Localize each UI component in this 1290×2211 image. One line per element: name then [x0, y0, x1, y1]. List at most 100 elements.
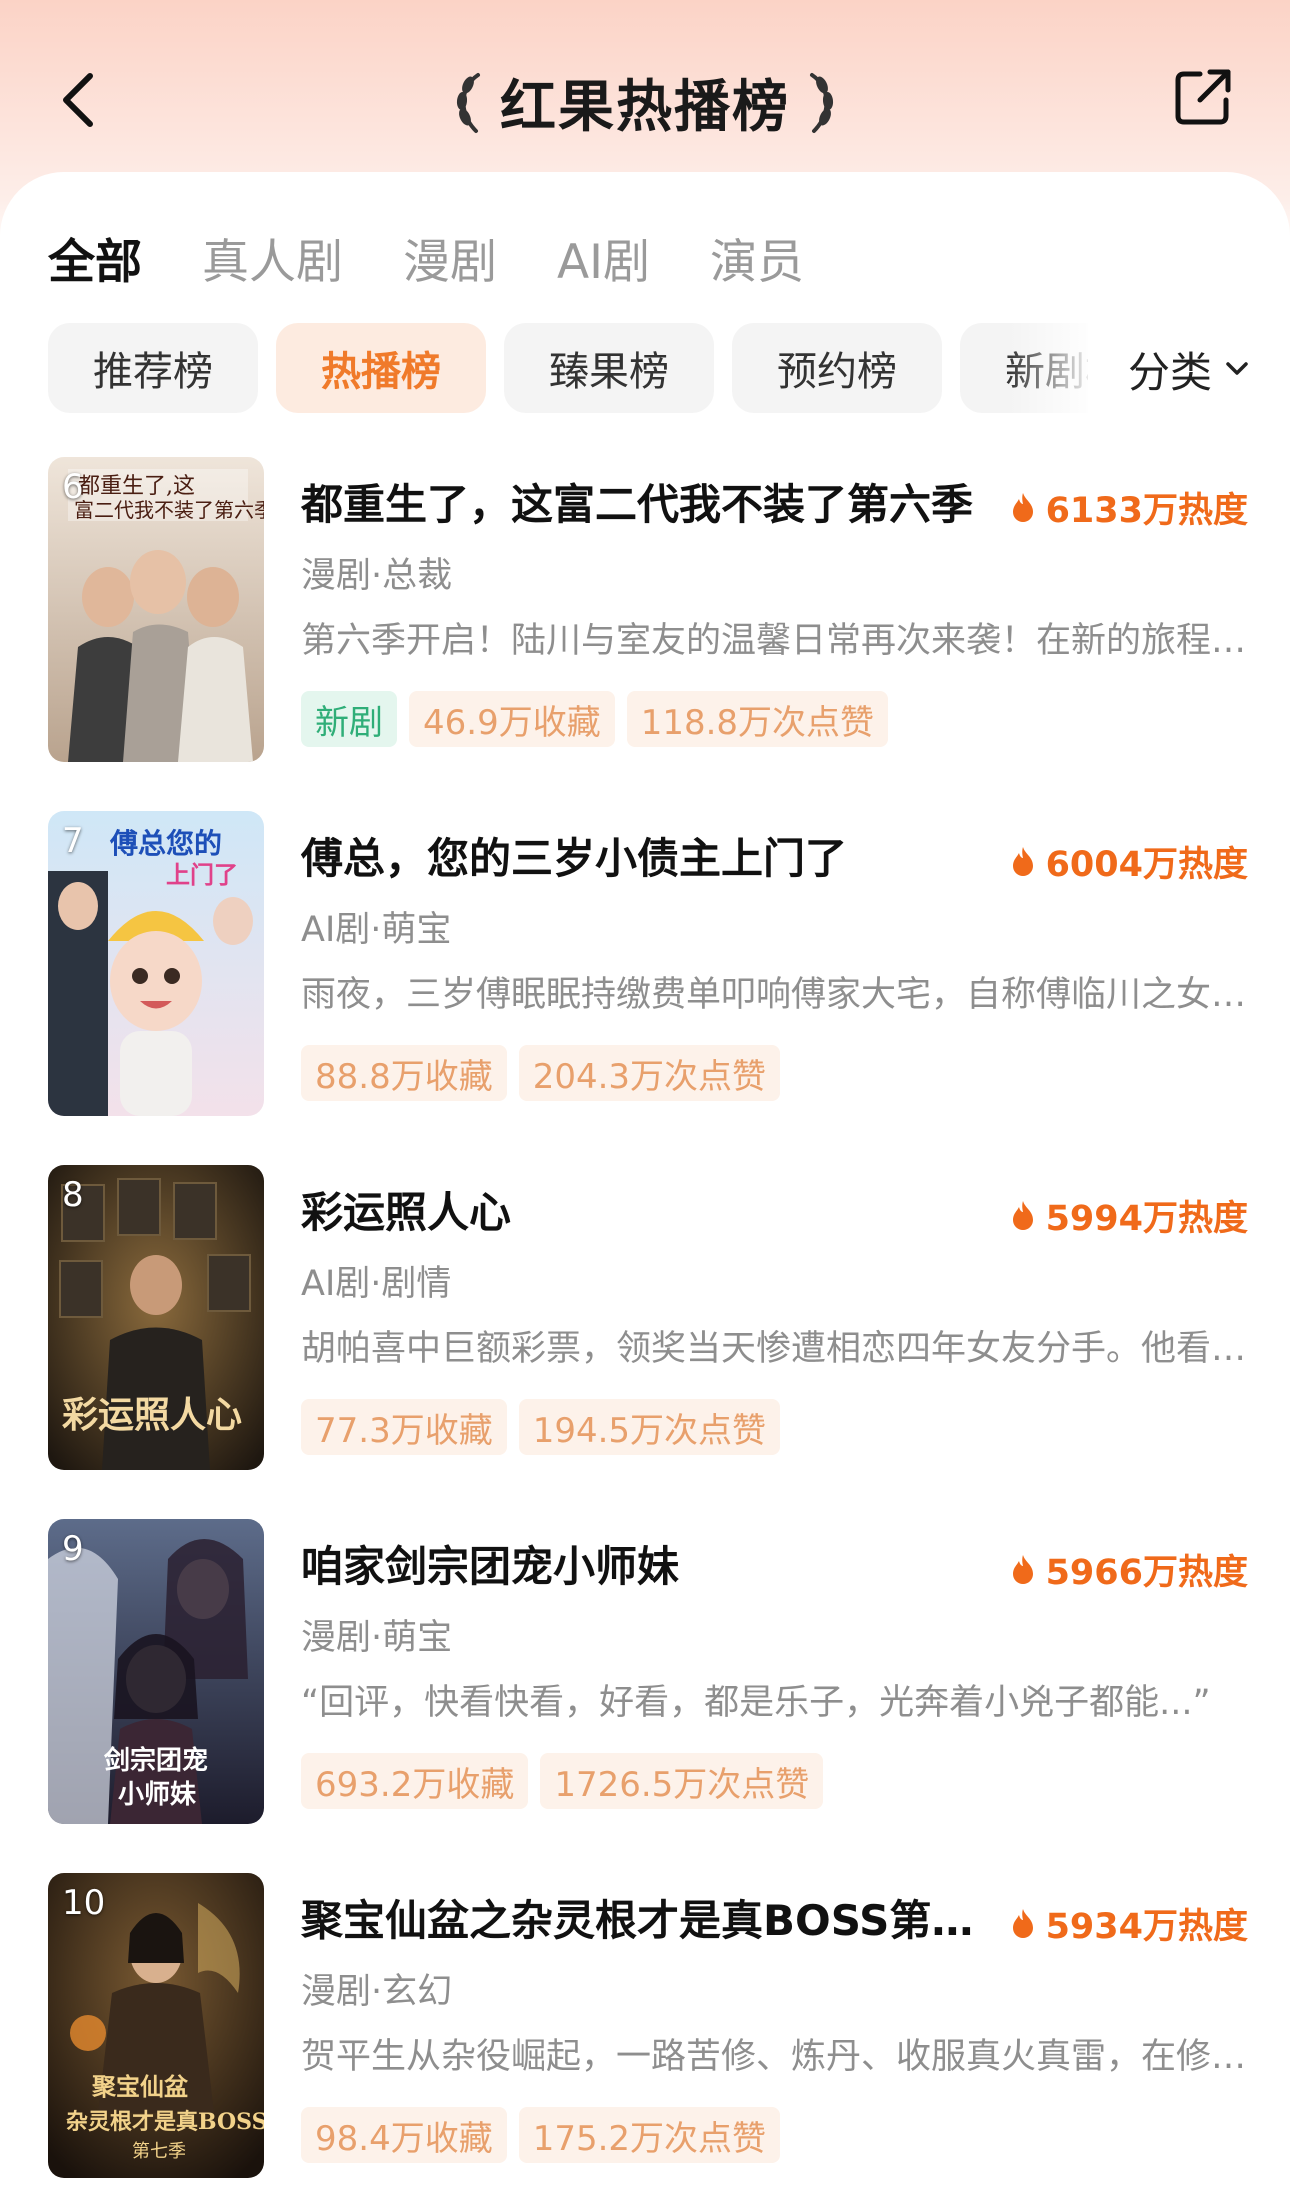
likes-badge: 1726.5万次点赞: [540, 1753, 824, 1809]
laurel-left-icon: [456, 73, 480, 133]
chip-row[interactable]: 推荐榜热播榜臻果榜预约榜新剧榜: [48, 323, 1088, 415]
svg-text:聚宝仙盆: 聚宝仙盆: [91, 2072, 189, 2101]
likes-badge: 175.2万次点赞: [518, 2107, 781, 2163]
type-tabs: 全部 真人剧 漫剧 AI剧 演员: [48, 228, 864, 298]
heat-score: 5966万热度: [1010, 1545, 1248, 1593]
poster-image: 剑宗团宠 小师妹 9: [48, 1519, 264, 1824]
svg-text:小师妹: 小师妹: [118, 1780, 196, 1810]
poster-image: 聚宝仙盆 杂灵根才是真BOSS 第七季 10: [48, 1873, 264, 2178]
chip-premium[interactable]: 臻果榜: [504, 323, 714, 413]
svg-text:都重生了,这: 都重生了,这: [78, 474, 195, 499]
poster-image: 傅总您的 上门了 7: [48, 811, 264, 1116]
item-title: 都重生了，这富二代我不装了第六季: [301, 480, 974, 529]
chevron-down-icon: [1226, 362, 1248, 375]
flame-icon: [1012, 1909, 1033, 1938]
favorites-badge: 693.2万收藏: [301, 1753, 529, 1809]
list-item[interactable]: 聚宝仙盆 杂灵根才是真BOSS 第七季 10 聚宝仙盆之杂灵根才是真BOSS第七…: [48, 1873, 1248, 2183]
item-description: 贺平生从杂役崛起，一路苦修、炼丹、收服真火真雷，在修仙界闯出一片天地: [301, 2037, 1248, 2077]
likes-badge: 118.8万次点赞: [626, 691, 889, 747]
favorites-badge: 88.8万收藏: [301, 1045, 507, 1101]
laurel-right-icon: [810, 73, 834, 133]
title-area: 红果热播榜: [0, 62, 1290, 142]
item-description: 第六季开启！陆川与室友的温馨日常再次来袭！在新的旅程中，他们又将迎来怎样的挑战与…: [301, 621, 1248, 661]
rank-number: 6: [62, 467, 84, 507]
heat-score: 5934万热度: [1010, 1899, 1248, 1947]
list-item[interactable]: 彩运照人心 8 彩运照人心 5994万热度 AI剧·剧情 胡帕喜中巨额彩票，领奖…: [48, 1165, 1248, 1475]
flame-icon: [1012, 1555, 1033, 1584]
poster-image: 彩运照人心 8: [48, 1165, 264, 1470]
item-tags: AI剧·萌宝: [301, 910, 452, 950]
item-info: 咱家剑宗团宠小师妹 5966万热度 漫剧·萌宝 “回评，快看快看，好看，都是乐子…: [301, 1519, 1248, 1824]
page-title: 红果热播榜: [500, 74, 790, 140]
list-item[interactable]: 剑宗团宠 小师妹 9 咱家剑宗团宠小师妹 5966万热度 漫剧·萌宝 “回评，快…: [48, 1519, 1248, 1829]
share-button[interactable]: [1168, 62, 1238, 132]
ranking-chips: 推荐榜热播榜臻果榜预约榜新剧榜 分类: [48, 323, 1290, 415]
tab-ai[interactable]: AI剧: [557, 228, 650, 298]
heat-value: 6133万热度: [1045, 490, 1248, 531]
item-badges: 693.2万收藏 1726.5万次点赞: [301, 1753, 824, 1809]
heat-value: 5994万热度: [1045, 1198, 1248, 1239]
top-bar: 红果热播榜: [0, 0, 1290, 175]
share-icon: [1175, 69, 1231, 125]
flame-icon: [1012, 847, 1033, 876]
heat-score: 6133万热度: [1010, 483, 1248, 531]
item-info: 都重生了，这富二代我不装了第六季 6133万热度 漫剧·总裁 第六季开启！陆川与…: [301, 457, 1248, 762]
item-info: 彩运照人心 5994万热度 AI剧·剧情 胡帕喜中巨额彩票，领奖当天惨遭相恋四年…: [301, 1165, 1248, 1470]
list-item[interactable]: 傅总您的 上门了 7 傅总，您的三岁小债主上门了 6004万热度 AI剧·萌宝 …: [48, 811, 1248, 1121]
chip-hot[interactable]: 热播榜: [276, 323, 486, 413]
item-badges: 77.3万收藏 194.5万次点赞: [301, 1399, 781, 1455]
item-description: “回评，快看快看，好看，都是乐子，光奔着小兇子都能...”: [301, 1683, 1211, 1723]
chip-recommended[interactable]: 推荐榜: [48, 323, 258, 413]
svg-text:彩运照人心: 彩运照人心: [62, 1394, 242, 1436]
likes-badge: 204.3万次点赞: [518, 1045, 781, 1101]
item-tags: AI剧·剧情: [301, 1264, 452, 1304]
item-description: 胡帕喜中巨额彩票，领奖当天惨遭相恋四年女友分手。他看透人心，决定隐瞒中奖的事实: [301, 1329, 1248, 1369]
category-label: 分类: [1128, 347, 1213, 397]
flame-icon: [1012, 1201, 1033, 1230]
rank-number: 8: [62, 1175, 84, 1215]
item-title: 傅总，您的三岁小债主上门了: [301, 834, 848, 883]
heat-score: 6004万热度: [1010, 837, 1248, 885]
svg-text:富二代我不装了第六季: 富二代我不装了第六季: [74, 498, 264, 522]
content-card: 全部 真人剧 漫剧 AI剧 演员 推荐榜热播榜臻果榜预约榜新剧榜 分类: [0, 172, 1290, 2211]
svg-text:剑宗团宠: 剑宗团宠: [104, 1745, 208, 1776]
svg-text:第七季: 第七季: [132, 2141, 186, 2162]
heat-value: 5966万热度: [1045, 1552, 1248, 1593]
flame-icon: [1012, 493, 1033, 522]
item-tags: 漫剧·萌宝: [301, 1618, 453, 1658]
new-badge: 新剧: [301, 691, 397, 747]
heat-value: 5934万热度: [1045, 1906, 1248, 1947]
item-title: 聚宝仙盆之杂灵根才是真BOSS第七季: [301, 1896, 991, 1945]
svg-text:上门了: 上门了: [166, 861, 238, 889]
tab-comic[interactable]: 漫剧: [403, 228, 497, 298]
rank-number: 10: [62, 1883, 106, 1923]
category-button[interactable]: 分类: [1128, 323, 1252, 415]
svg-text:杂灵根才是真BOSS: 杂灵根才是真BOSS: [66, 2109, 264, 2135]
tab-live-action[interactable]: 真人剧: [202, 228, 343, 298]
likes-badge: 194.5万次点赞: [518, 1399, 781, 1455]
tab-all[interactable]: 全部: [48, 228, 142, 298]
tab-actors[interactable]: 演员: [710, 228, 804, 298]
item-badges: 88.8万收藏 204.3万次点赞: [301, 1045, 781, 1101]
poster-image: 都重生了,这 富二代我不装了第六季 6: [48, 457, 264, 762]
item-badges: 新剧 46.9万收藏 118.8万次点赞: [301, 691, 889, 747]
chip-new[interactable]: 新剧榜: [960, 323, 1088, 413]
heat-value: 6004万热度: [1045, 844, 1248, 885]
item-tags: 漫剧·总裁: [301, 556, 453, 596]
chip-reservation[interactable]: 预约榜: [732, 323, 942, 413]
rank-number: 9: [62, 1529, 84, 1569]
item-description: 雨夜，三岁傅眠眠持缴费单叩响傅家大宅，自称傅临川之女，前来讨债: [301, 975, 1248, 1015]
item-tags: 漫剧·玄幻: [301, 1972, 453, 2012]
item-title: 彩运照人心: [301, 1188, 512, 1237]
item-badges: 98.4万收藏 175.2万次点赞: [301, 2107, 781, 2163]
item-info: 聚宝仙盆之杂灵根才是真BOSS第七季 5934万热度 漫剧·玄幻 贺平生从杂役崛…: [301, 1873, 1248, 2178]
favorites-badge: 98.4万收藏: [301, 2107, 507, 2163]
heat-score: 5994万热度: [1010, 1191, 1248, 1239]
favorites-badge: 46.9万收藏: [409, 691, 615, 747]
list-item[interactable]: 都重生了,这 富二代我不装了第六季 6 都重生了，这富二代我不装了第六季 613…: [48, 457, 1248, 767]
item-title: 咱家剑宗团宠小师妹: [301, 1542, 680, 1591]
item-info: 傅总，您的三岁小债主上门了 6004万热度 AI剧·萌宝 雨夜，三岁傅眠眠持缴费…: [301, 811, 1248, 1116]
rank-number: 7: [62, 821, 84, 861]
svg-text:傅总您的: 傅总您的: [109, 827, 222, 860]
favorites-badge: 77.3万收藏: [301, 1399, 507, 1455]
